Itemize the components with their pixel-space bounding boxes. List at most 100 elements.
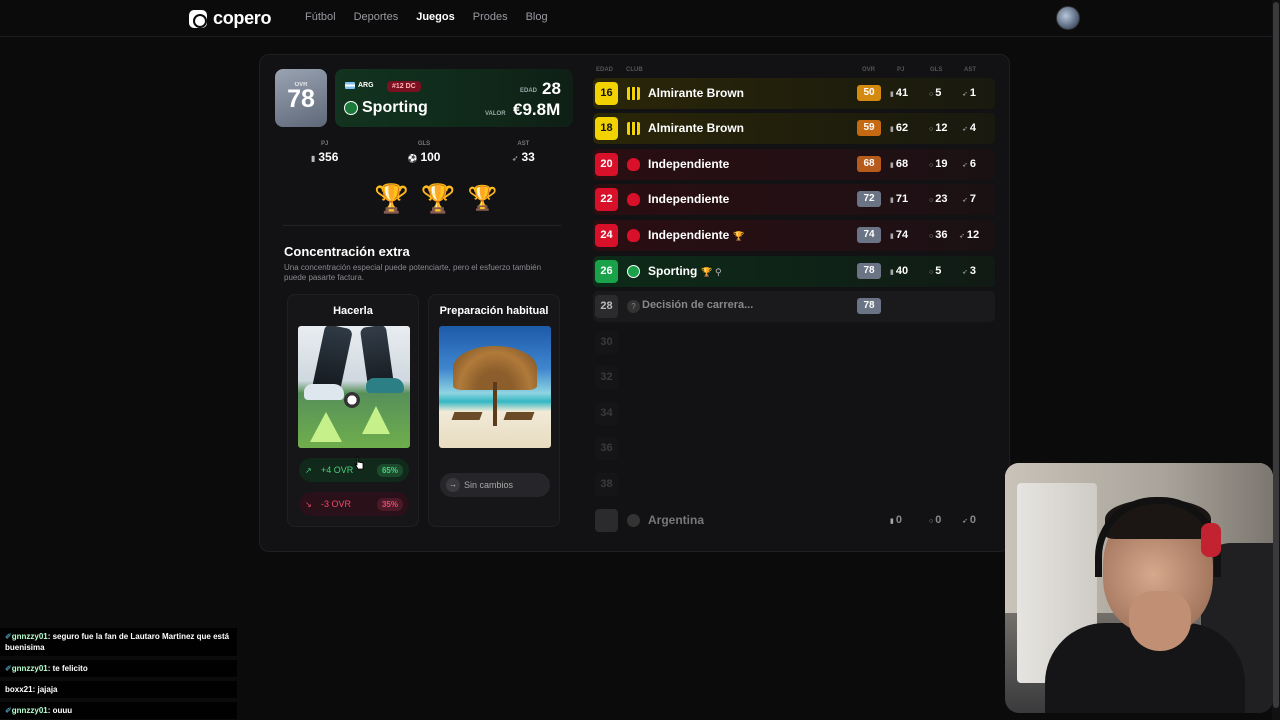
- row-club: Sporting 🏆 ⚲: [648, 264, 722, 278]
- assist-icon: ➶: [962, 126, 968, 133]
- stat-gls-label: GLS: [417, 141, 431, 147]
- event-title: Concentración extra: [284, 244, 410, 259]
- outcome-probability: 35%: [376, 497, 403, 511]
- independiente-crest-icon: [627, 229, 640, 242]
- nav-link-deportes[interactable]: Deportes: [354, 11, 399, 23]
- row-pj: 62: [895, 122, 909, 134]
- row-club: Almirante Brown: [648, 121, 745, 135]
- chat-text: ouuu: [52, 706, 73, 715]
- trophy-cabinet: 🏆 🏆 🏆: [374, 182, 498, 216]
- row-ast: 6: [969, 158, 976, 170]
- scrollbar[interactable]: [1272, 0, 1280, 720]
- trophy-icon[interactable]: 🏆: [374, 182, 409, 216]
- career-row[interactable]: 22 Independiente 72 ▮ 71 ○ 23 ➶ 7: [593, 184, 995, 215]
- trend-down-icon: ↘: [305, 499, 312, 509]
- scrollbar-thumb[interactable]: [1273, 2, 1279, 708]
- option-title: Hacerla: [333, 305, 373, 317]
- nav-link-blog[interactable]: Blog: [526, 11, 548, 23]
- stat-pj-label: PJ: [320, 141, 329, 147]
- career-row[interactable]: 26 Sporting 🏆 ⚲ 78 ▮ 40 ○ 5 ➶ 3: [593, 256, 995, 287]
- row-gls: 36: [935, 229, 948, 241]
- age-value: 28: [542, 79, 561, 98]
- logo-text: copero: [213, 8, 272, 28]
- ball-icon: ○: [929, 269, 934, 276]
- chat-user: gnnzzy01: [11, 632, 48, 641]
- career-row-empty: 36: [593, 433, 995, 464]
- user-avatar[interactable]: [1056, 6, 1080, 30]
- col-header-ovr: OVR: [862, 67, 876, 73]
- independiente-crest-icon: [627, 158, 640, 171]
- trophy-icon[interactable]: 🏆: [421, 182, 456, 216]
- row-pj: 40: [895, 265, 909, 277]
- independiente-crest-icon: [627, 193, 640, 206]
- chat-message: ✐gnnzzy01: seguro fue la fan de Lautaro …: [0, 628, 237, 656]
- trophy-icon[interactable]: 🏆: [468, 182, 498, 216]
- ball-icon: ⚽: [407, 154, 418, 163]
- ball-icon: ○: [929, 197, 934, 204]
- nav-links: Fútbol Deportes Juegos Prodes Blog: [305, 11, 548, 23]
- option-hacerla[interactable]: Hacerla ↗ +4 OVR 65% ↘ -3 OVR 35%: [287, 294, 419, 527]
- logo[interactable]: copero: [189, 8, 272, 29]
- row-club: Independiente: [648, 157, 730, 171]
- career-row[interactable]: 18 Almirante Brown 59 ▮ 62 ○ 12 ➶ 4: [593, 113, 995, 144]
- row-gls: 5: [935, 87, 942, 99]
- assist-icon: ➶: [962, 518, 968, 525]
- ovr-value: 78: [287, 85, 315, 113]
- row-pj: 71: [895, 193, 909, 205]
- row-ast: 7: [969, 193, 976, 205]
- row-gls: 23: [935, 193, 948, 205]
- trophy-icon: 🏆 ⚲: [701, 267, 722, 277]
- nav-link-juegos[interactable]: Juegos: [416, 11, 455, 23]
- boot-icon: ▮: [890, 269, 894, 276]
- row-ast: 0: [969, 514, 976, 526]
- row-age: 32: [595, 366, 618, 389]
- question-icon: ?: [627, 300, 640, 313]
- assist-icon: ➶: [962, 162, 968, 169]
- row-club: Decisión de carrera...: [642, 299, 754, 311]
- beach-image: [439, 326, 551, 448]
- row-gls: 19: [935, 158, 948, 170]
- trend-up-icon: ↗: [305, 465, 312, 475]
- col-header-edad: EDAD: [596, 67, 614, 73]
- sporting-crest-icon: [627, 265, 640, 278]
- row-pj: 68: [895, 158, 909, 170]
- career-row[interactable]: 24 Independiente 🏆 74 ▮ 74 ○ 36 ➶ 12: [593, 220, 995, 251]
- stat-gls-value: 100: [420, 150, 441, 164]
- career-row[interactable]: 16 Almirante Brown 50 ▮ 41 ○ 5 ➶ 1: [593, 78, 995, 109]
- nav-link-futbol[interactable]: Fútbol: [305, 11, 336, 23]
- outcome-label: +4 OVR: [321, 465, 354, 475]
- stat-pj-value: 356: [318, 150, 339, 164]
- boot-icon: ▮: [890, 197, 894, 204]
- career-row-current[interactable]: 28 ? Decisión de carrera... 78: [593, 291, 995, 322]
- national-team-name: Argentina: [648, 513, 705, 527]
- national-team-row[interactable]: Argentina ▮ 0 ○ 0 ➶ 0: [593, 505, 995, 536]
- col-header-club: CLUB: [626, 67, 643, 73]
- assist-icon: ➶: [962, 91, 968, 98]
- boot-icon: ▮: [890, 91, 894, 98]
- pen-badge-icon: ✐: [5, 664, 12, 673]
- stream-chat: ✐gnnzzy01: seguro fue la fan de Lautaro …: [0, 628, 237, 720]
- webcam-overlay: [1005, 463, 1273, 713]
- col-header-gls: GLS: [930, 67, 943, 73]
- row-ovr: 74: [857, 227, 881, 243]
- career-row[interactable]: 20 Independiente 68 ▮ 68 ○ 19 ➶ 6: [593, 149, 995, 180]
- row-gls: 5: [935, 265, 942, 277]
- nav-link-prodes[interactable]: Prodes: [473, 11, 508, 23]
- row-ast: 4: [969, 122, 976, 134]
- sporting-crest-icon: [344, 101, 358, 115]
- option-preparacion-habitual[interactable]: Preparación habitual → Sin cambios: [428, 294, 560, 527]
- stat-gls: GLS ⚽ 100: [374, 141, 473, 164]
- career-row-empty: 32: [593, 362, 995, 393]
- row-ovr: 78: [857, 263, 881, 279]
- ball-icon: ○: [929, 126, 934, 133]
- chat-text: jajaja: [37, 685, 58, 694]
- row-pj: 74: [895, 229, 909, 241]
- market-value: €9.8M: [513, 100, 561, 119]
- row-gls: 0: [935, 514, 942, 526]
- row-ast: 3: [969, 265, 976, 277]
- outcome-probability: 65%: [376, 463, 403, 477]
- outcome-label: Sin cambios: [464, 480, 514, 490]
- row-age: 30: [595, 331, 618, 354]
- player-ovr-badge: OVR 78: [275, 69, 327, 127]
- ball-icon: ○: [929, 91, 934, 98]
